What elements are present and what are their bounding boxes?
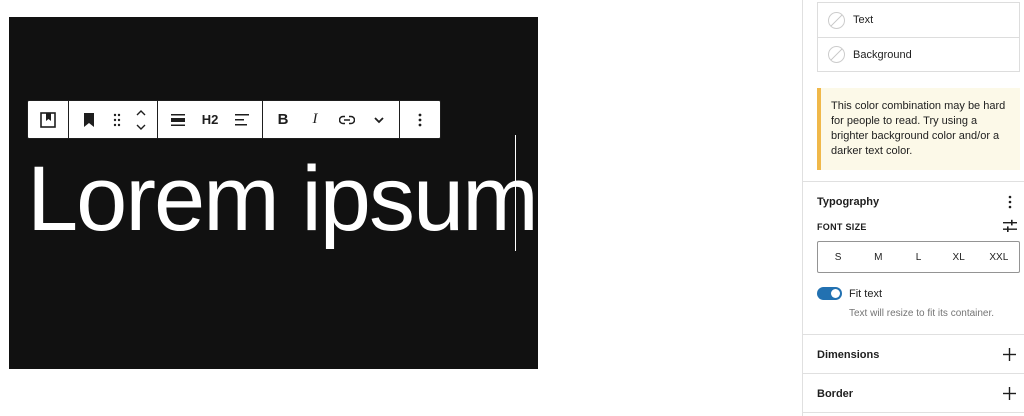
toolbar-group-pattern [28,101,69,138]
typography-options-button[interactable] [1003,194,1017,210]
toolbar-group-block [69,101,158,138]
settings-sidebar: Text Background This color combination m… [802,0,1024,416]
font-size-option[interactable]: XL [940,252,978,263]
block-type-button[interactable] [73,102,105,138]
panel-divider [803,412,1024,413]
border-panel-title[interactable]: Border [817,388,853,400]
drag-handle[interactable] [105,102,129,138]
panel-divider [803,181,1024,182]
bold-button[interactable]: B [267,102,299,138]
pattern-icon [40,111,56,128]
panel-divider [803,373,1024,374]
move-down-icon[interactable] [135,122,147,132]
italic-button[interactable]: I [299,102,331,138]
font-size-option[interactable]: M [859,252,897,263]
move-up-icon[interactable] [135,108,147,118]
font-size-option[interactable]: L [899,252,937,263]
toolbar-group-format: H2 [158,101,263,138]
link-button[interactable] [331,102,363,138]
fit-text-label: Fit text [849,288,883,300]
drag-handle-icon [113,113,121,126]
bookmark-icon [84,112,94,127]
pattern-button[interactable] [32,102,64,138]
options-button[interactable] [404,102,436,138]
dimensions-panel-title[interactable]: Dimensions [817,349,879,361]
color-item-label: Background [853,48,912,61]
toggle-knob [831,289,840,298]
text-caret [515,135,516,251]
toolbar-group-richtext: B I [263,101,400,138]
chevron-down-icon [374,116,384,123]
dimensions-add-button[interactable] [1003,348,1016,361]
block-mover [129,102,153,138]
block-toolbar: H2 B I [27,100,441,139]
custom-size-toggle[interactable] [1003,219,1017,233]
panel-divider [803,334,1024,335]
typography-panel-title: Typography [817,196,880,208]
text-align-button[interactable] [226,102,258,138]
empty-swatch-icon [828,11,845,29]
sliders-icon [1003,219,1017,232]
fit-text-toggle[interactable] [817,287,842,300]
font-size-option[interactable]: XXL [980,252,1018,263]
text-align-icon [235,113,249,125]
editor-canvas: Lorem ipsum [9,17,539,369]
heading-block[interactable]: Lorem ipsum [27,149,539,249]
heading-level-button[interactable]: H2 [194,102,226,138]
plus-icon [1003,387,1016,400]
more-rich-text-button[interactable] [363,102,395,138]
align-button[interactable] [162,102,194,138]
border-add-button[interactable] [1003,387,1016,400]
italic-icon: I [312,111,318,127]
more-vertical-icon [418,113,422,126]
fit-text-help: Text will resize to fit its container. [849,308,995,319]
empty-swatch-icon [828,46,845,63]
color-item-text[interactable]: Text [818,3,1019,37]
align-icon [171,113,185,126]
bold-icon: B [277,111,289,128]
plus-icon [1003,348,1016,361]
font-size-picker: S M L XL XXL [817,241,1020,273]
color-item-label: Text [853,14,874,26]
link-icon [339,115,355,124]
color-settings-list: Text Background [817,2,1020,72]
more-vertical-icon [1008,195,1012,209]
font-size-label: FONT SIZE [817,222,867,232]
contrast-warning-notice: This color combination may be hard for p… [817,88,1020,170]
font-size-option[interactable]: S [819,252,857,263]
toolbar-group-options [400,101,440,138]
color-item-background[interactable]: Background [818,37,1019,71]
